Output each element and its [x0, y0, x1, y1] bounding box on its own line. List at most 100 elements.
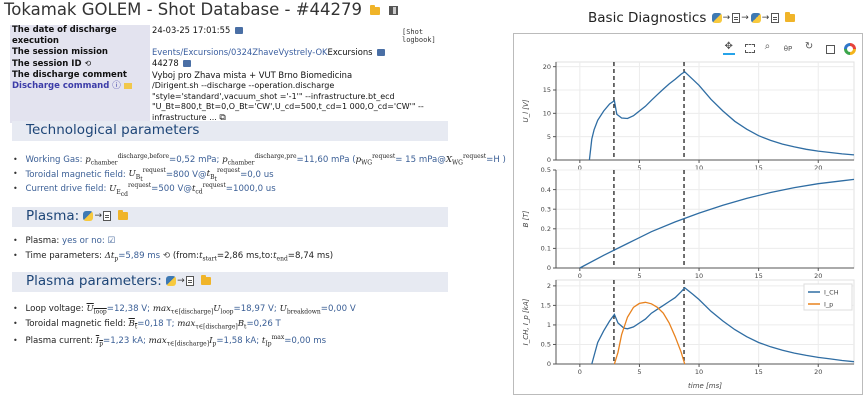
table-row: The date of discharge execution 24-03-25…: [10, 25, 452, 47]
y-tick-label: 0.3: [541, 205, 551, 213]
toroidal-label: Toroidal magnetic field:: [25, 169, 126, 180]
math-u-loop-max: maxτ∈[discharge]Uloop: [152, 304, 234, 316]
math-p-before: pchamberdischarge,before: [85, 153, 170, 167]
python-icon[interactable]: [711, 13, 722, 23]
y-tick-label: 0: [547, 264, 551, 272]
math-u-loop-mean: Uloop: [86, 304, 107, 316]
list-item: Plasma current: Ip=1,23 kA; maxτ∈[discha…: [22, 331, 356, 348]
t-start-value: =2,86 ms,to:: [216, 250, 274, 261]
help-icon[interactable]: ⓘ: [112, 81, 121, 91]
plasma-params-list: Loop voltage: Uloop=12,38 V; maxτ∈[disch…: [22, 302, 356, 348]
discharge-comment: Vyboj pro Zhava mista + VUT Brno Biomedi…: [152, 70, 353, 80]
folder-icon[interactable]: [370, 4, 381, 15]
row-label: Discharge command ⓘ: [10, 81, 150, 123]
python-icon[interactable]: [166, 276, 177, 286]
y-tick-label: 2: [547, 282, 551, 290]
notebook-icon[interactable]: [103, 211, 112, 221]
history-icon[interactable]: ⟲: [84, 59, 91, 68]
hover-icon[interactable]: θP: [784, 43, 796, 55]
x-tick-label: 10: [695, 272, 703, 280]
x-axis-label: time [ms]: [688, 382, 722, 390]
box-zoom-icon[interactable]: [744, 43, 756, 55]
list-item: Plasma: yes or no: ☑: [22, 234, 333, 249]
y-tick-label: 0.5: [541, 341, 551, 349]
math-t-start: tstart: [199, 250, 217, 263]
u-bt-value: =800 V@: [165, 169, 207, 180]
toroidal-field-label: Toroidal magnetic field:: [25, 318, 126, 329]
row-value: 44278: [150, 58, 452, 70]
from-text: (from:: [172, 250, 200, 261]
y-tick-label: 5: [547, 133, 551, 141]
bokeh-plot[interactable]: θP 0510152005101520U_l [V]0510152000.10.…: [513, 33, 863, 395]
table-row: The discharge comment Vyboj pro Zhava mi…: [10, 70, 452, 81]
arrow-icon: →: [741, 13, 749, 23]
python-icon[interactable]: [83, 211, 94, 221]
time-params-label: Time parameters:: [25, 250, 102, 261]
arrow-icon: →: [94, 211, 103, 221]
row-label: The discharge comment: [10, 70, 150, 81]
y-tick-label: 0.5: [541, 166, 551, 174]
y-axis-label: I_CH, I_p [kA]: [522, 298, 530, 345]
x-tick-label: 0: [578, 368, 582, 376]
tech-param-list: Working Gas: pchamberdischarge,before=0,…: [22, 150, 505, 198]
page-title-text: Tokamak GOLEM - Shot Database - #44279: [4, 0, 363, 19]
folder-icon[interactable]: [118, 210, 129, 220]
thumbs-down-icon[interactable]: [234, 27, 243, 34]
folder-icon[interactable]: [784, 12, 795, 22]
p-before-value: =0,52 mPa;: [169, 154, 220, 165]
plasma-yes-no-label: Plasma:: [25, 236, 63, 246]
row-value: Events/Excursions/0324ZhaveVystrely-OKEx…: [150, 47, 452, 58]
loop-max-value: =18,97 V;: [233, 304, 277, 314]
x-tick-label: 10: [695, 368, 703, 376]
notebook-icon[interactable]: [771, 13, 780, 23]
python-icon[interactable]: [750, 13, 761, 23]
save-icon[interactable]: [824, 43, 836, 55]
arrow-icon: →: [722, 13, 731, 23]
y-tick-label: 10: [543, 110, 551, 118]
table-row: The session ID ⟲ 44278: [10, 58, 452, 70]
diagnostics-title-text: Basic Diagnostics: [588, 10, 707, 26]
math-bt-mean: Bt: [128, 318, 138, 331]
section-tech-title: Technological parameters: [26, 122, 200, 138]
thumbs-down-icon[interactable]: [183, 60, 192, 67]
plot-toolbar: θP: [720, 38, 856, 55]
notebook-icon[interactable]: [185, 276, 194, 286]
diagnostics-panel: Basic Diagnostics →→→ θP 051015200510152…: [463, 0, 866, 400]
legend-label: I_p: [824, 301, 833, 309]
math-u-bt: UBtrequest: [128, 167, 166, 184]
folder-icon[interactable]: [200, 275, 211, 285]
session-mission-link[interactable]: Events/Excursions/0324ZhaveVystrely-OK: [152, 47, 328, 57]
arrow-icon: →: [177, 276, 185, 286]
t-cd-value: =1000,0 us: [225, 183, 276, 194]
math-t-cd: tcdrequest: [191, 182, 226, 196]
history-icon[interactable]: ⟲: [163, 251, 170, 261]
table-row: Discharge command ⓘ /Dirigent.sh --disch…: [10, 81, 452, 123]
section-tech-header: Technological parameters: [12, 121, 448, 141]
y-tick-label: 0: [547, 360, 551, 368]
thumbs-down-icon[interactable]: [377, 49, 386, 56]
discharge-date: 24-03-25 17:01:55: [152, 25, 231, 35]
diagnostics-title: Basic Diagnostics → → →: [588, 10, 795, 26]
notebook-icon[interactable]: [732, 13, 741, 23]
row-label-text: The session ID: [12, 59, 82, 69]
x-tick-label: 15: [754, 272, 762, 280]
pan-icon[interactable]: [723, 41, 736, 55]
table-row: The session mission Events/Excursions/03…: [10, 47, 452, 58]
qr-code-icon[interactable]: [388, 6, 398, 15]
x-tick-label: 5: [637, 272, 641, 280]
shot-info-panel: Tokamak GOLEM - Shot Database - #44279 […: [0, 0, 506, 400]
comment-icon[interactable]: [123, 82, 132, 89]
y-tick-label: 20: [543, 63, 551, 71]
row-label: The session ID ⟲: [10, 58, 150, 70]
bt-mean-value: =0,18 T;: [137, 318, 175, 329]
wheel-zoom-icon[interactable]: [764, 41, 776, 55]
math-ip-mean: Ip: [95, 335, 104, 348]
math-t-end: tend: [273, 250, 288, 263]
plasma-list: Plasma: yes or no: ☑ Time parameters: Δt…: [22, 234, 333, 263]
list-item: Loop voltage: Uloop=12,38 V; maxτ∈[disch…: [22, 302, 356, 317]
bokeh-logo-icon[interactable]: [844, 42, 856, 55]
discharge-command: /Dirigent.sh --discharge --operation.dis…: [152, 81, 424, 122]
u-ecd-value: =500 V@: [151, 183, 192, 194]
reset-icon[interactable]: [804, 41, 816, 55]
loop-breakdown-value: =0,00 V: [320, 304, 356, 314]
